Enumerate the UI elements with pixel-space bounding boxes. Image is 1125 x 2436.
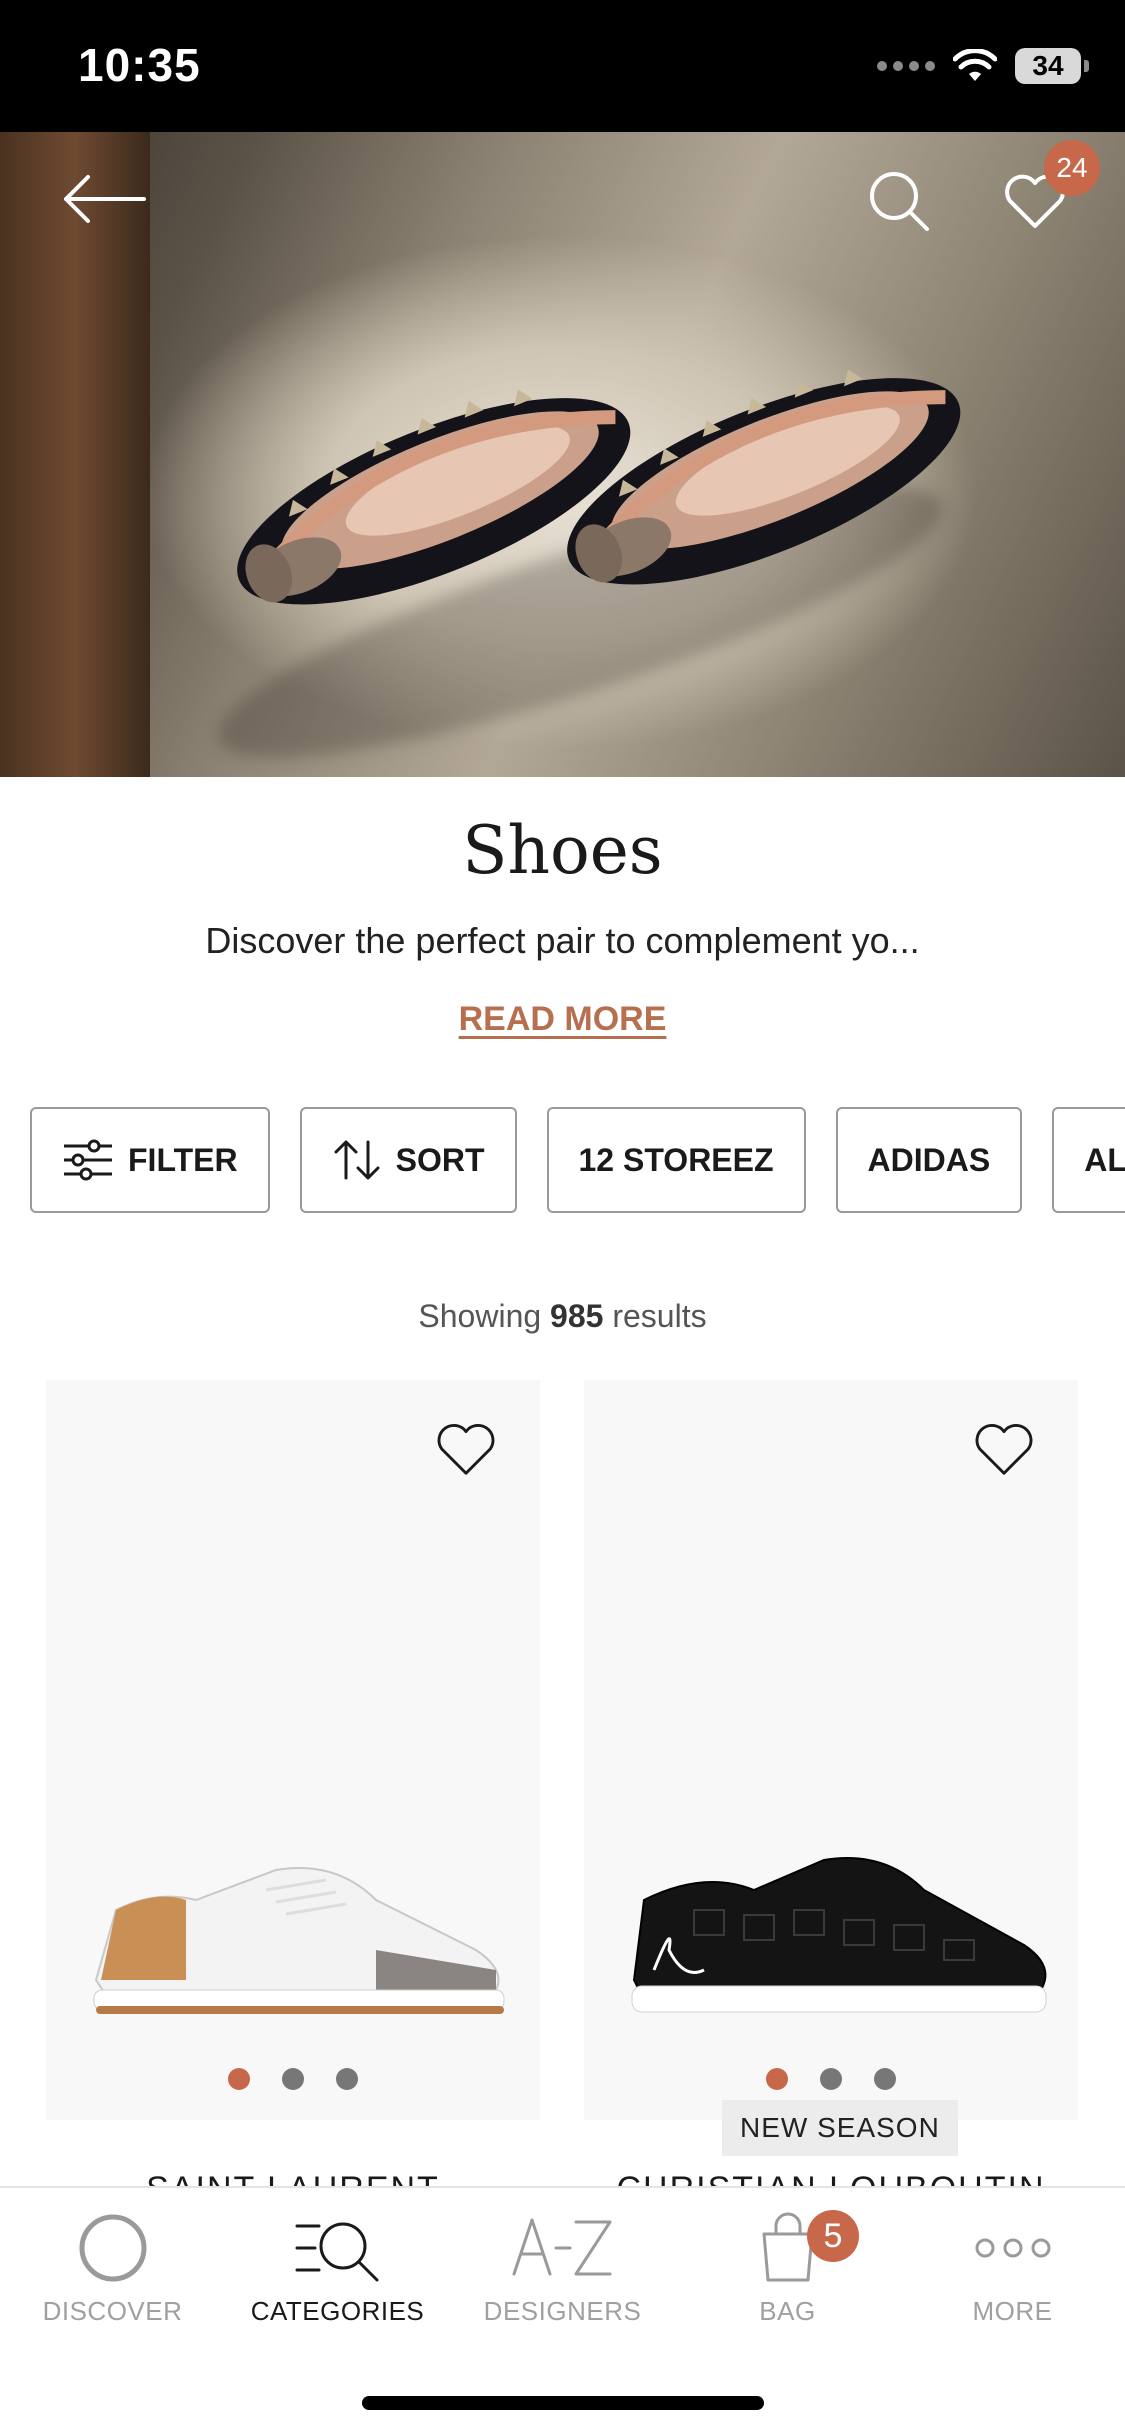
- tab-bag[interactable]: 5 BAG: [675, 2210, 900, 2350]
- battery-icon: 34: [1015, 48, 1089, 84]
- designer-chip-adidas[interactable]: ADIDAS: [835, 1107, 1023, 1213]
- tab-label: DISCOVER: [42, 2296, 183, 2326]
- bag-count-badge: 5: [807, 2210, 859, 2262]
- designer-chip-al[interactable]: AL: [1052, 1107, 1125, 1213]
- status-time: 10:35: [78, 39, 201, 91]
- battery-level: 34: [1032, 50, 1064, 81]
- pagination-dot[interactable]: [282, 2068, 304, 2090]
- designer-chip-12-storeez[interactable]: 12 STOREEZ: [546, 1107, 806, 1213]
- wishlist-count-badge: 24: [1044, 140, 1100, 196]
- product-card[interactable]: [46, 1380, 540, 2120]
- tab-more[interactable]: MORE: [900, 2210, 1125, 2350]
- new-season-badge: NEW SEASON: [722, 2100, 958, 2156]
- pagination-dot[interactable]: [336, 2068, 358, 2090]
- sort-button[interactable]: SORT: [299, 1107, 517, 1213]
- chip-label: AL: [1084, 1141, 1125, 1178]
- more-icon: [975, 2238, 1050, 2258]
- designers-icon: [512, 2218, 611, 2276]
- page-title: Shoes: [462, 812, 663, 889]
- results-number: 985: [550, 1298, 604, 1334]
- category-description: Discover the perfect pair to complement …: [205, 920, 920, 961]
- wifi-icon: [953, 49, 997, 81]
- product-image-black-sneaker: [631, 1857, 1047, 2013]
- tab-label: MORE: [972, 2296, 1053, 2326]
- results-count: Showing 985 results: [0, 1298, 1125, 1335]
- results-suffix: results: [612, 1298, 707, 1334]
- sort-label: SORT: [395, 1141, 485, 1178]
- image-pagination-dots[interactable]: [584, 2068, 1078, 2090]
- search-icon[interactable]: [868, 170, 930, 232]
- tab-label: CATEGORIES: [250, 2296, 425, 2326]
- signal-icon: [877, 61, 935, 71]
- pagination-dot-active[interactable]: [228, 2068, 250, 2090]
- tab-categories[interactable]: CATEGORIES: [225, 2210, 450, 2350]
- back-arrow-icon[interactable]: [60, 174, 148, 224]
- chip-label: 12 STOREEZ: [578, 1141, 774, 1178]
- filter-icon: [64, 1139, 112, 1181]
- categories-icon: [295, 2222, 378, 2282]
- tab-discover[interactable]: DISCOVER: [0, 2210, 225, 2350]
- hero-wall-decoration: [0, 132, 150, 777]
- status-indicators: 34: [877, 48, 1089, 84]
- tab-designers[interactable]: DESIGNERS: [450, 2210, 675, 2350]
- discover-icon: [79, 2214, 146, 2282]
- read-more-link[interactable]: READ MORE: [0, 1000, 1125, 1039]
- pagination-dot[interactable]: [874, 2068, 896, 2090]
- filter-chip-row[interactable]: FILTER SORT 12 STOREEZ ADIDAS AL: [30, 1107, 1125, 1213]
- favorite-heart-icon[interactable]: [974, 1422, 1034, 1478]
- product-card[interactable]: [584, 1380, 1078, 2120]
- pagination-dot[interactable]: [820, 2068, 842, 2090]
- results-prefix: Showing: [418, 1298, 542, 1334]
- filter-label: FILTER: [128, 1141, 238, 1178]
- tab-label: DESIGNERS: [483, 2296, 642, 2326]
- hero-image: 24: [0, 132, 1125, 777]
- status-bar: 10:35 34: [0, 0, 1125, 132]
- product-image-white-sneaker: [93, 1867, 505, 2014]
- tab-label: BAG: [759, 2296, 816, 2326]
- image-pagination-dots[interactable]: [46, 2068, 540, 2090]
- home-indicator[interactable]: [362, 2396, 764, 2410]
- filter-button[interactable]: FILTER: [30, 1107, 270, 1213]
- chip-label: ADIDAS: [867, 1141, 991, 1178]
- hero-shoes-illustration: [237, 369, 961, 605]
- pagination-dot-active[interactable]: [766, 2068, 788, 2090]
- favorite-heart-icon[interactable]: [436, 1422, 496, 1478]
- sort-icon: [334, 1140, 380, 1180]
